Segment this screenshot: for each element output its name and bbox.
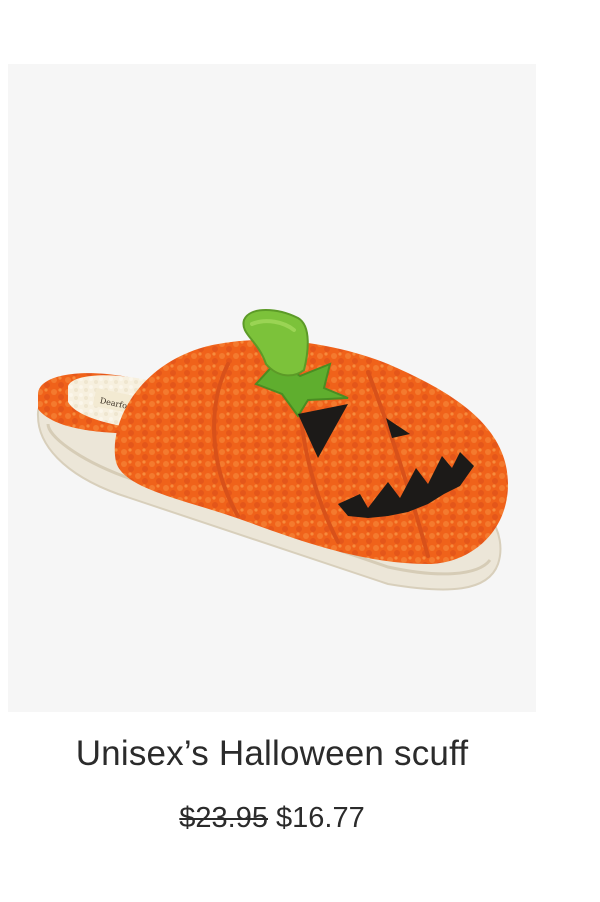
- pumpkin-slipper-illustration: Dearfoams: [36, 309, 508, 591]
- original-price: $23.95: [179, 802, 268, 834]
- sale-price: $16.77: [276, 802, 365, 834]
- price-row: $23.95 $16.77: [0, 796, 544, 840]
- product-title[interactable]: Unisex’s Halloween scuff: [0, 728, 544, 780]
- product-image[interactable]: Dearfoams: [8, 64, 536, 712]
